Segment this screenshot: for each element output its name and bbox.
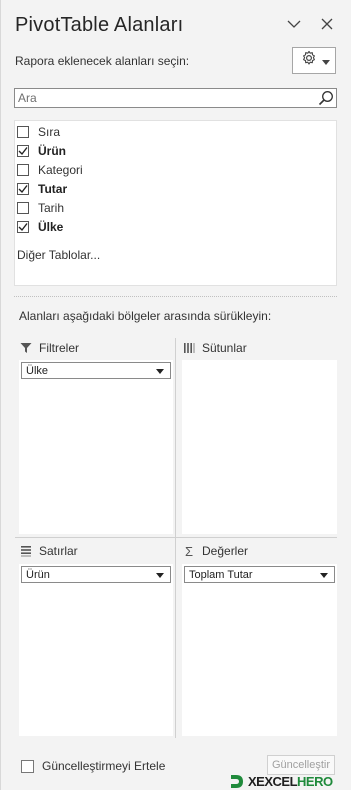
field-label: Tutar (38, 182, 68, 196)
defer-update-checkbox[interactable] (21, 759, 34, 773)
values-area-label: Değerler (202, 544, 249, 558)
rows-area-header: Satırlar (19, 541, 78, 561)
field-label: Sıra (38, 125, 61, 139)
values-area[interactable]: Σ Değerler Toplam Tutar (182, 541, 344, 737)
dropdown-arrow-icon[interactable] (156, 365, 164, 377)
columns-area-label: Sütunlar (202, 341, 247, 355)
columns-area[interactable]: Sütunlar (182, 338, 344, 534)
area-divider-vertical (175, 338, 176, 738)
chevron-down-icon[interactable] (284, 14, 304, 34)
pivottable-fields-pane: PivotTable Alanları Rapora eklenecek ala… (0, 0, 351, 790)
pill-label: Ürün (26, 568, 50, 581)
filters-drop-zone[interactable]: Ülke (19, 360, 173, 534)
field-item-tutar[interactable]: Tutar (17, 180, 67, 198)
values-drop-zone[interactable]: Toplam Tutar (182, 564, 337, 736)
field-checkbox[interactable] (17, 183, 29, 195)
value-field-pill[interactable]: Toplam Tutar (184, 566, 335, 583)
values-area-header: Σ Değerler (182, 541, 248, 561)
columns-area-header: Sütunlar (182, 338, 247, 358)
search-box[interactable] (14, 88, 337, 108)
tools-button[interactable] (292, 47, 336, 74)
checkmark-icon (18, 185, 28, 194)
field-item-sira[interactable]: Sıra (17, 123, 60, 141)
field-checkbox[interactable] (17, 145, 29, 157)
field-label: Kategori (38, 163, 83, 177)
field-item-kategori[interactable]: Kategori (17, 161, 83, 179)
field-checkbox[interactable] (17, 164, 29, 176)
columns-drop-zone[interactable] (182, 360, 337, 534)
rows-icon (19, 544, 33, 558)
excelhero-logo: XEXCEL HERO (229, 773, 333, 790)
filters-area-label: Filtreler (39, 341, 80, 355)
checkmark-icon (18, 147, 28, 156)
gear-icon (301, 50, 317, 71)
columns-icon (182, 341, 196, 355)
pane-splitter[interactable] (14, 296, 337, 297)
rows-drop-zone[interactable]: Ürün (19, 564, 173, 736)
defer-update-label: Güncelleştirmeyi Ertele (42, 759, 166, 773)
pill-label: Ülke (26, 364, 49, 377)
rows-area[interactable]: Satırlar Ürün (19, 541, 181, 737)
field-item-tarih[interactable]: Tarih (17, 199, 64, 217)
rows-area-label: Satırlar (39, 544, 78, 558)
drag-hint-label: Alanları aşağıdaki bölgeler arasında sür… (19, 309, 272, 323)
dropdown-arrow-icon[interactable] (320, 569, 328, 581)
field-checkbox[interactable] (17, 202, 29, 214)
logo-icon (231, 775, 243, 788)
checkmark-icon (18, 223, 28, 232)
filters-area-header: Filtreler (19, 338, 79, 358)
row-field-pill[interactable]: Ürün (21, 566, 171, 583)
field-checkbox[interactable] (17, 221, 29, 233)
filters-area[interactable]: Filtreler Ülke (19, 338, 181, 534)
search-icon[interactable] (318, 90, 334, 111)
choose-fields-label: Rapora eklenecek alanları seçin: (15, 54, 190, 68)
pill-label: Toplam Tutar (189, 568, 253, 581)
logo-text-dark: XEXCEL (248, 774, 298, 789)
field-checkbox[interactable] (17, 126, 29, 138)
close-icon[interactable] (317, 14, 337, 34)
field-label: Ürün (38, 144, 66, 158)
pane-title: PivotTable Alanları (15, 14, 184, 36)
field-item-urun[interactable]: Ürün (17, 142, 66, 160)
dropdown-arrow-icon (322, 52, 330, 70)
update-button[interactable]: Güncelleştir (267, 755, 335, 775)
dropdown-arrow-icon[interactable] (156, 569, 164, 581)
more-tables-link[interactable]: Diğer Tablolar... (17, 248, 100, 262)
sigma-icon: Σ (184, 543, 194, 559)
logo-text-green: HERO (297, 774, 333, 789)
filter-field-pill[interactable]: Ülke (21, 362, 171, 379)
search-input[interactable] (15, 89, 305, 107)
area-divider-horizontal (15, 537, 337, 538)
field-item-ulke[interactable]: Ülke (17, 218, 63, 236)
field-list: Sıra Ürün Kategori Tutar Tarih Ülke Diğe… (14, 120, 337, 286)
filter-icon (19, 341, 33, 355)
field-label: Ülke (38, 220, 64, 234)
defer-update-option[interactable]: Güncelleştirmeyi Ertele (21, 759, 165, 773)
field-label: Tarih (38, 201, 65, 215)
